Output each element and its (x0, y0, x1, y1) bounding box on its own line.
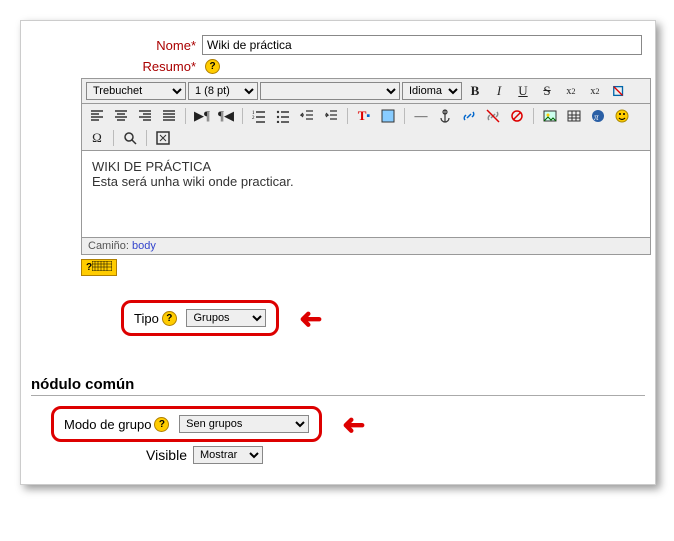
tipo-row: Tipo ? Grupos ➜ (121, 300, 655, 336)
separator (404, 108, 405, 124)
help-icon[interactable]: ? (154, 417, 169, 432)
style-select[interactable] (260, 82, 400, 100)
section-divider (31, 395, 645, 396)
editor-toolbar-row2: ▶¶ ¶◀ 12 T▪ — π Ω (81, 104, 651, 151)
font-color-button[interactable]: T▪ (353, 106, 375, 126)
keyboard-help-badge[interactable]: ? (81, 259, 117, 276)
separator (146, 130, 147, 146)
keyboard-help: ? (81, 259, 651, 276)
ordered-list-button[interactable]: 12 (248, 106, 270, 126)
section-title: nódulo común (31, 376, 655, 393)
content-line-1: WIKI DE PRÁCTICA (92, 159, 640, 174)
unlink-button[interactable] (482, 106, 504, 126)
row-nome: Nome* (21, 35, 655, 55)
visible-select[interactable]: Mostrar (193, 446, 263, 464)
nome-label: Nome* (21, 38, 202, 53)
tipo-label: Tipo (134, 311, 159, 326)
underline-button[interactable]: U (512, 81, 534, 101)
editor-path-bar: Camiño: body (81, 238, 651, 255)
nolink-button[interactable] (506, 106, 528, 126)
separator (113, 130, 114, 146)
anchor-button[interactable] (434, 106, 456, 126)
link-button[interactable] (458, 106, 480, 126)
form-panel: Nome* Resumo* ? Trebuchet 1 (8 pt) Idiom… (20, 20, 656, 485)
arrow-icon: ➜ (299, 302, 322, 335)
equation-button[interactable]: π (587, 106, 609, 126)
align-left-button[interactable] (86, 106, 108, 126)
path-value[interactable]: body (132, 240, 156, 252)
row-resumo: Resumo* ? (21, 59, 655, 74)
special-char-button[interactable]: Ω (86, 128, 108, 148)
visible-label: Visible (146, 447, 187, 463)
nome-input[interactable] (202, 35, 642, 55)
tipo-select[interactable]: Grupos (186, 309, 266, 327)
smiley-button[interactable] (611, 106, 633, 126)
tipo-highlight: Tipo ? Grupos (121, 300, 279, 336)
editor-toolbar-row1: Trebuchet 1 (8 pt) Idioma B I U S x2 x2 (81, 78, 651, 104)
arrow-icon: ➜ (342, 408, 365, 441)
superscript-button[interactable]: x2 (560, 81, 582, 101)
bold-button[interactable]: B (464, 81, 486, 101)
align-justify-button[interactable] (158, 106, 180, 126)
ltr-button[interactable]: ▶¶ (191, 106, 213, 126)
strike-button[interactable]: S (536, 81, 558, 101)
help-icon[interactable]: ? (162, 311, 177, 326)
align-center-button[interactable] (110, 106, 132, 126)
path-label: Camiño: (88, 240, 129, 252)
indent-button[interactable] (320, 106, 342, 126)
modo-select[interactable]: Sen grupos (179, 415, 309, 433)
separator (242, 108, 243, 124)
hr-button[interactable]: — (410, 106, 432, 126)
editor-content[interactable]: WIKI DE PRÁCTICA Esta será unha wiki ond… (81, 151, 651, 238)
lang-select[interactable]: Idioma (402, 82, 462, 100)
modo-highlight: Modo de grupo ? Sen grupos (51, 406, 322, 442)
bg-color-button[interactable] (377, 106, 399, 126)
subscript-button[interactable]: x2 (584, 81, 606, 101)
modo-grupo-row: Modo de grupo ? Sen grupos ➜ (51, 406, 655, 442)
modo-label: Modo de grupo (64, 417, 151, 432)
table-button[interactable] (563, 106, 585, 126)
unordered-list-button[interactable] (272, 106, 294, 126)
resumo-label: Resumo* (21, 59, 202, 74)
visible-row: Visible Mostrar (146, 446, 655, 464)
find-button[interactable] (119, 128, 141, 148)
fullscreen-button[interactable] (152, 128, 174, 148)
separator (533, 108, 534, 124)
rich-text-editor: Trebuchet 1 (8 pt) Idioma B I U S x2 x2 … (81, 78, 651, 276)
svg-text:2: 2 (252, 116, 255, 121)
separator (185, 108, 186, 124)
svg-text:π: π (594, 112, 599, 122)
separator (347, 108, 348, 124)
align-right-button[interactable] (134, 106, 156, 126)
content-line-2: Esta será unha wiki onde practicar. (92, 174, 640, 189)
image-button[interactable] (539, 106, 561, 126)
clean-button[interactable] (608, 81, 630, 101)
size-select[interactable]: 1 (8 pt) (188, 82, 258, 100)
outdent-button[interactable] (296, 106, 318, 126)
font-select[interactable]: Trebuchet (86, 82, 186, 100)
rtl-button[interactable]: ¶◀ (215, 106, 237, 126)
italic-button[interactable]: I (488, 81, 510, 101)
help-icon[interactable]: ? (205, 59, 220, 74)
